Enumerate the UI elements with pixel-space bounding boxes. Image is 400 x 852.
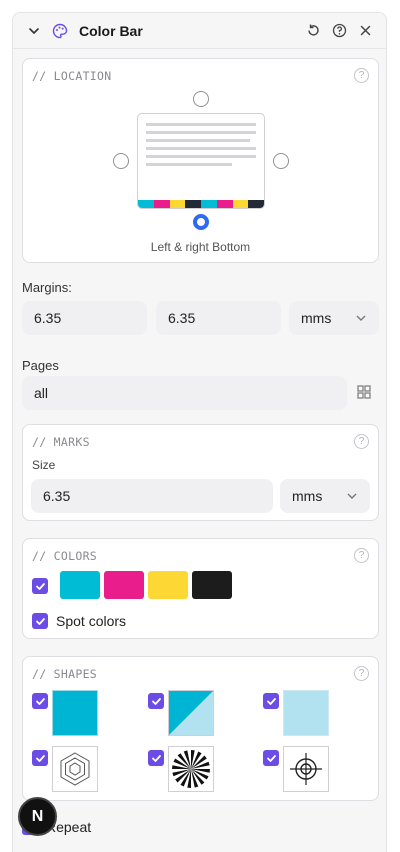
chevron-down-icon[interactable] [23,20,45,42]
marks-help-icon[interactable]: ? [354,434,369,449]
shape-cyan-square[interactable] [52,690,98,736]
margins-unit-select[interactable]: mms [289,301,379,335]
preview-color-strip [138,200,264,208]
colors-section-label: // COLORS [32,549,98,563]
panel-header: Color Bar [13,13,386,49]
colors-checkbox[interactable] [32,578,48,594]
shape-checkbox-cyan-square[interactable] [32,693,48,709]
size-input[interactable]: 6.35 [31,479,273,513]
marks-unit-value: mms [292,488,323,504]
margin-input-1[interactable]: 6.35 [22,301,147,335]
shape-checkbox-star[interactable] [148,750,164,766]
avatar-button[interactable]: N [18,797,57,836]
shape-checkbox-target[interactable] [263,750,279,766]
shapes-section-label: // SHAPES [32,667,98,681]
spot-colors-label: Spot colors [56,613,127,629]
size-label: Size [32,458,56,472]
location-radio-top[interactable] [193,91,209,107]
pages-label: Pages [22,358,59,373]
chevron-down-icon [355,301,367,347]
shape-checkbox-hexagon[interactable] [32,750,48,766]
swatch-magenta[interactable] [104,571,144,599]
colors-help-icon[interactable]: ? [354,548,369,563]
swatch-yellow[interactable] [148,571,188,599]
pages-input[interactable]: all [22,376,347,410]
concentric-hexagon-icon[interactable] [52,746,98,792]
location-radio-right[interactable] [273,153,289,169]
shape-checkbox-light-cyan[interactable] [263,693,279,709]
chevron-down-icon [346,479,358,525]
swatch-black[interactable] [192,571,232,599]
location-radio-left[interactable] [113,153,129,169]
swatch-cyan[interactable] [60,571,100,599]
margins-label: Margins: [22,280,72,295]
close-icon[interactable] [354,20,376,42]
location-help-icon[interactable]: ? [354,68,369,83]
colors-card: // COLORS ? Spot colors [22,538,379,639]
margin-input-2[interactable]: 6.35 [156,301,281,335]
location-card: // LOCATION ? Left & right Bottom [22,58,379,263]
page-preview [137,113,265,209]
location-radio-bottom[interactable] [193,214,209,230]
shapes-help-icon[interactable]: ? [354,666,369,681]
shape-cyan-half-triangle[interactable] [168,690,214,736]
panel-title: Color Bar [79,22,143,39]
shape-checkbox-cyan-half[interactable] [148,693,164,709]
grid-icon[interactable] [357,385,371,404]
margins-unit-value: mms [301,310,332,326]
reset-icon[interactable] [302,20,324,42]
avatar-letter: N [31,807,44,825]
marks-section-label: // MARKS [32,435,90,449]
help-icon[interactable] [328,20,350,42]
marks-unit-select[interactable]: mms [280,479,370,513]
color-bar-panel: Color Bar // LOCATION ? Left & right Bot… [12,12,387,852]
location-caption: Left & right Bottom [150,240,251,254]
palette-icon [49,20,71,42]
shapes-card: // SHAPES ? [22,656,379,801]
shape-light-cyan-square[interactable] [283,690,329,736]
spot-colors-checkbox[interactable] [32,613,48,629]
radial-star-icon[interactable] [168,746,214,792]
registration-target-icon[interactable] [283,746,329,792]
marks-card: // MARKS ? Size 6.35 mms [22,424,379,521]
location-section-label: // LOCATION [32,69,112,83]
